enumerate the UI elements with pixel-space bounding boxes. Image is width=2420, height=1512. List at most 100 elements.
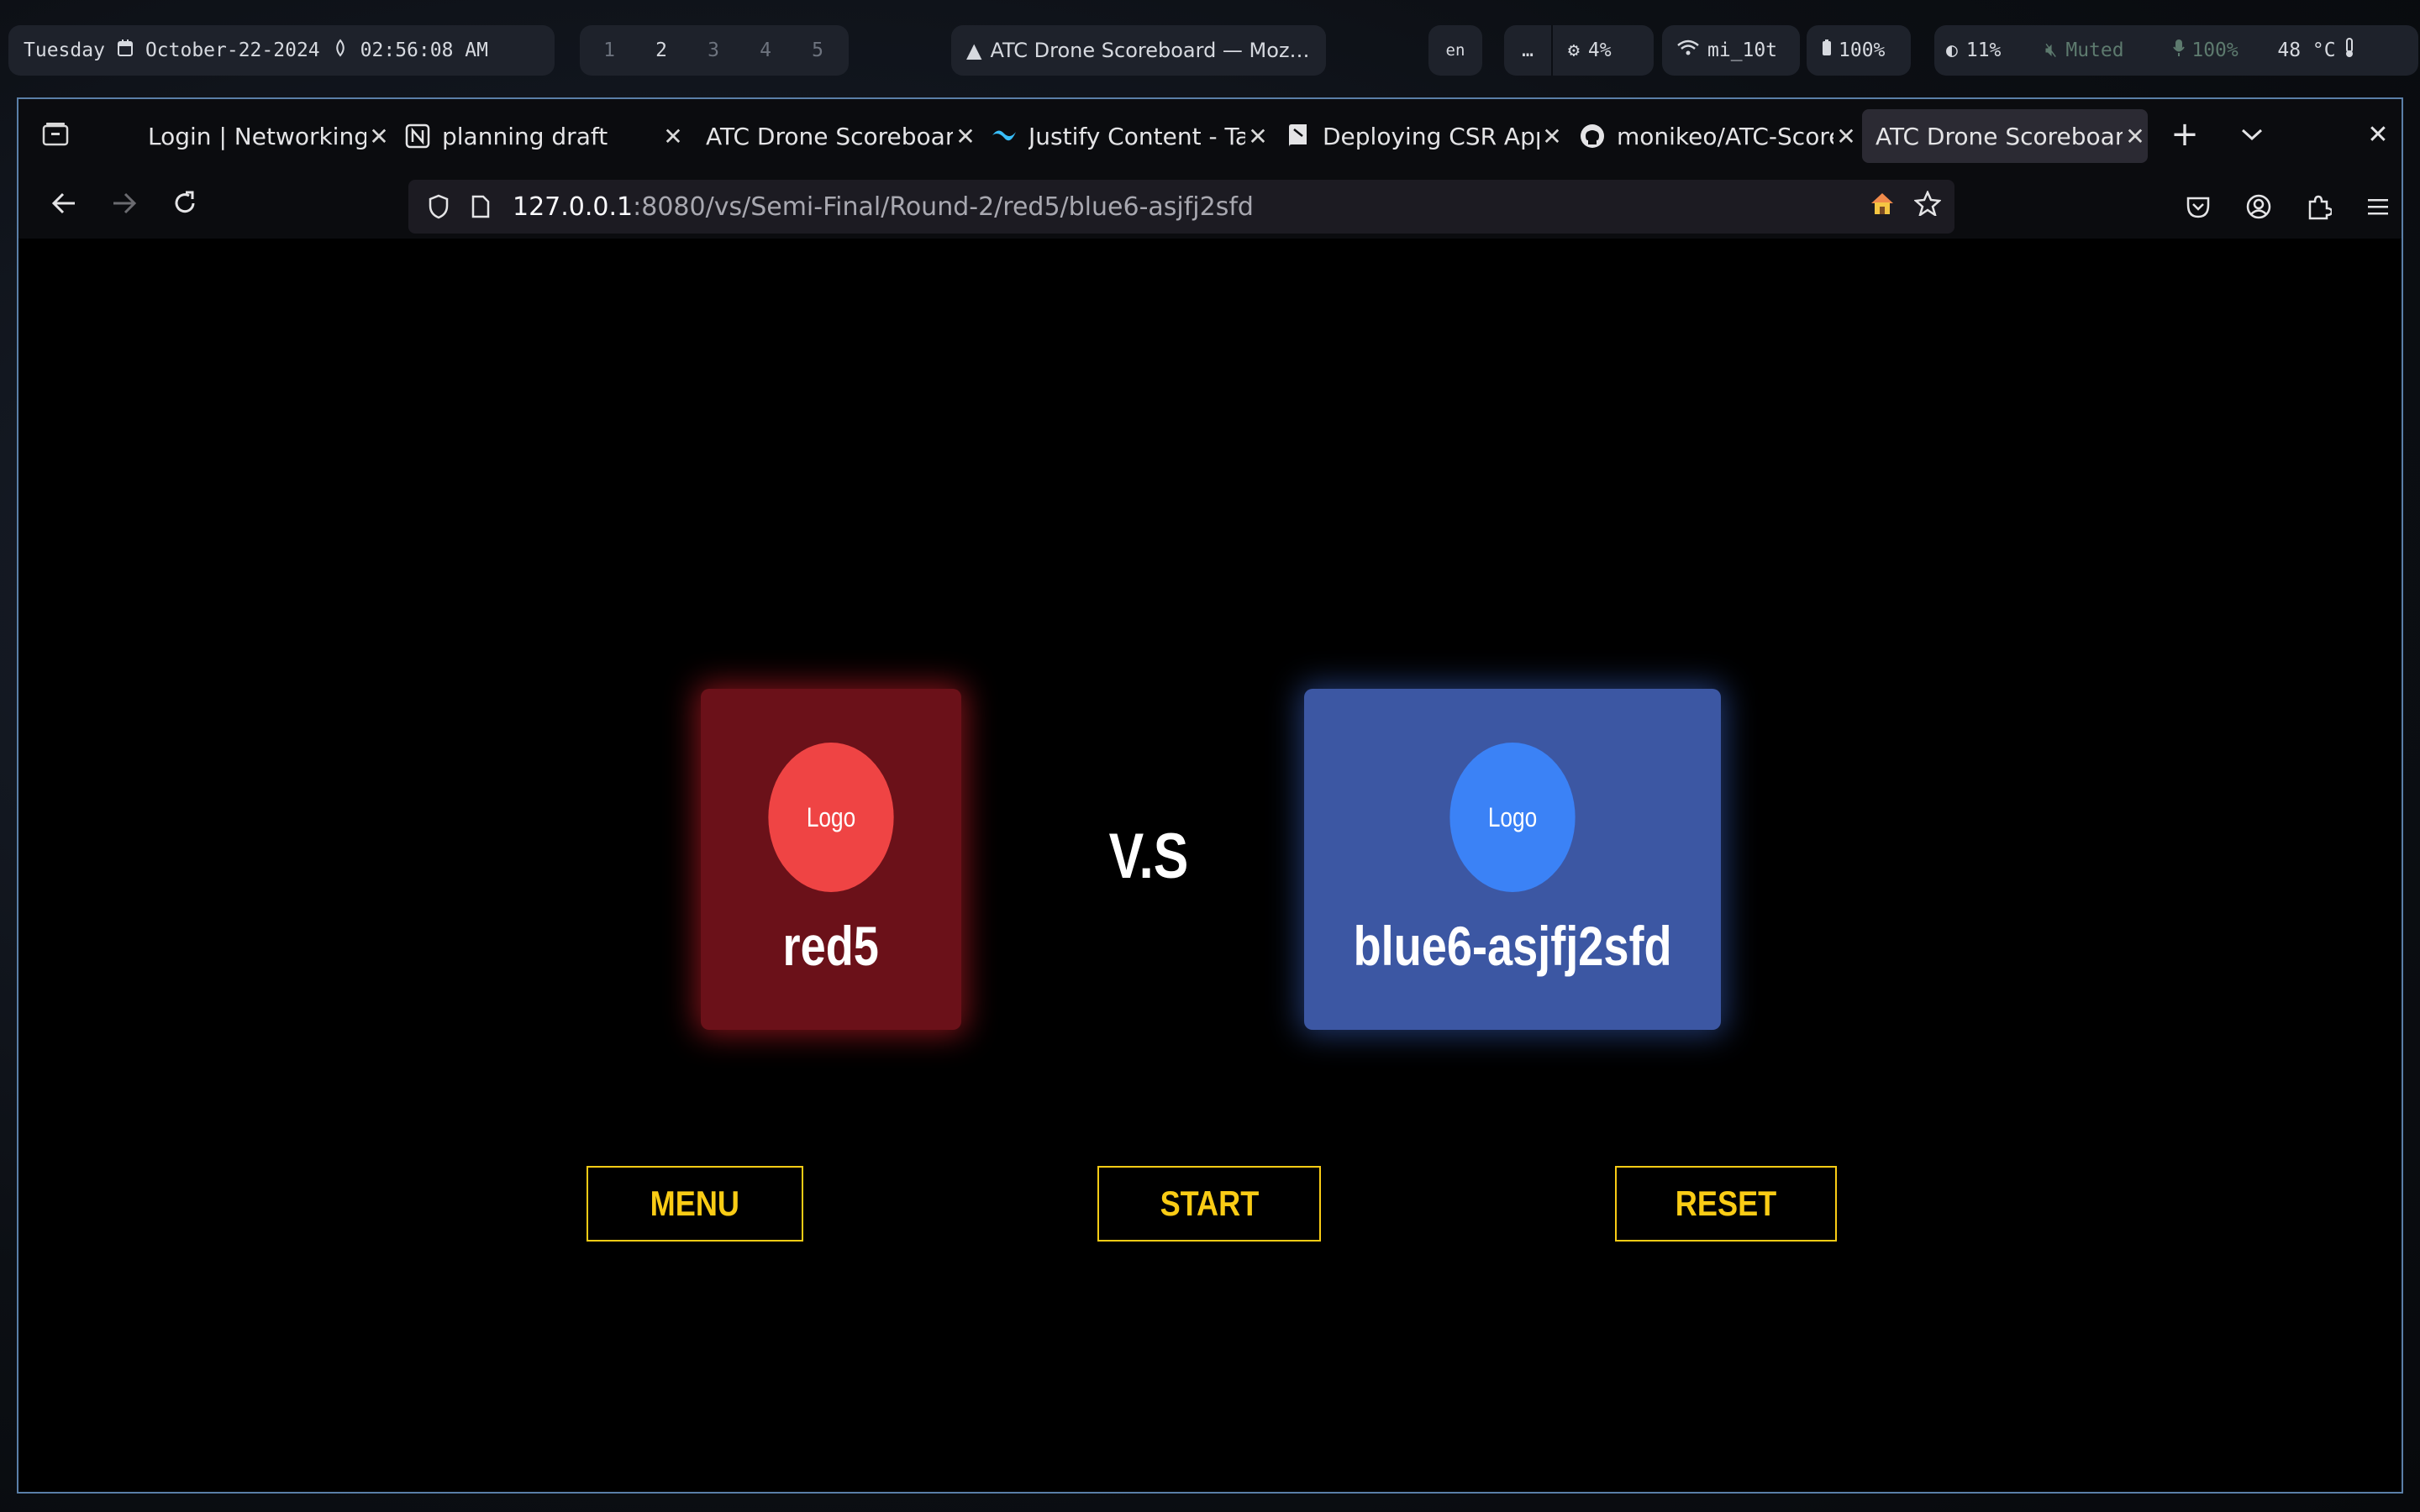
time-label: 02:56:08 AM [360,39,488,61]
blue-team-name: blue6-asjfj2sfd [1353,915,1672,977]
tab-deploying-csr[interactable]: Deploying CSR Apps ✕ [1284,109,1565,163]
close-icon[interactable]: ✕ [953,123,978,150]
list-tabs-button[interactable] [2228,111,2275,158]
tab-login-networking[interactable]: Login | Networking ✕ [148,109,392,163]
workspace-3[interactable]: 3 [687,39,739,61]
tab-title: ATC Drone Scoreboard [706,122,953,150]
red-team-card: Logo red5 [701,689,961,1030]
keyboard-layout-label: en [1445,41,1465,60]
close-icon[interactable]: ✕ [660,123,686,150]
tab-atc-scoreboard[interactable]: ATC Drone Scoreboard ✕ [697,109,978,163]
tab-title: planning draft [442,122,608,150]
chevron-down-icon [2241,129,2263,141]
speaker-muted-icon[interactable]: 🔇︎ [2039,39,2058,61]
pocket-button[interactable] [2175,183,2222,230]
back-button[interactable] [40,180,87,227]
hardware-widgets: ◐ 11% 🔇︎ Muted 100% 48 °C [1934,25,2418,76]
reset-button[interactable]: RESET [1615,1166,1837,1242]
tab-title: Justify Content - Tailwind [1028,122,1245,150]
wifi-name: mi_10t [1707,39,1778,61]
tab-planning-draft[interactable]: planning draft ✕ [403,109,686,163]
scoreboard-page: Logo red5 V.S Logo blue6-asjfj2sfd MENU … [18,240,2402,1492]
address-bar[interactable]: 127.0.0.1:8080/vs/Semi-Final/Round-2/red… [408,180,1954,234]
tab-github-repo[interactable]: monikeo/ATC-Scoreboard ✕ [1578,109,1859,163]
tab-justify-content[interactable]: Justify Content - Tailwind ✕ [990,109,1270,163]
day-label: Tuesday [24,39,105,61]
red-team-logo: Logo [768,743,894,892]
red-team-name: red5 [782,915,880,977]
blue-team-card: Logo blue6-asjfj2sfd [1304,689,1721,1030]
arch-icon: ▲ [966,39,982,62]
close-icon[interactable]: ✕ [1245,123,1270,150]
pocket-icon [2186,197,2210,218]
wifi-icon [1677,39,1699,61]
menu-button[interactable]: MENU [587,1166,803,1242]
active-window-title: ▲ ATC Drone Scoreboard — Moz… [951,25,1326,76]
tab-title: Deploying CSR Apps [1323,122,1539,150]
start-button[interactable]: START [1097,1166,1321,1242]
calendar-icon [117,39,134,62]
forward-button[interactable] [101,180,148,227]
reload-button[interactable] [161,180,208,227]
blue-team-logo: Logo [1449,743,1576,892]
close-window-button[interactable]: ✕ [2354,111,2402,158]
arrow-right-icon [113,192,137,214]
system-status-bar: Tuesday October-22-2024 02:56:08 AM 1 2 … [0,0,2420,76]
url-path: :8080/vs/Semi-Final/Round-2/red5/blue6-a… [633,192,1254,222]
clock-icon [332,39,349,62]
workspace-5[interactable]: 5 [792,39,844,61]
extensions-button[interactable] [2296,183,2343,230]
temperature: 48 °C [2277,39,2336,61]
firefox-view-button[interactable] [32,111,79,158]
volume-status[interactable]: Muted [2057,39,2165,61]
tray-group: … ⚙ 4% [1504,25,1654,76]
workspace-1[interactable]: 1 [583,39,635,61]
close-icon[interactable]: ✕ [366,123,392,150]
tab-strip: Login | Networking ✕ planning draft ✕ AT… [18,99,2402,171]
account-icon [2246,194,2271,219]
tab-title: Login | Networking [148,122,366,150]
tab-title: ATC Drone Scoreboard [1876,122,2123,150]
close-icon[interactable]: ✕ [2123,123,2148,150]
versus-label: V.S [1108,821,1189,892]
url-host: 127.0.0.1 [513,192,634,222]
github-icon [1578,122,1607,150]
arrow-left-icon [51,192,75,214]
wifi-widget[interactable]: mi_10t [1662,25,1800,76]
tab-title: monikeo/ATC-Scoreboard [1617,122,1833,150]
puzzle-icon [2308,195,2332,220]
microphone-icon[interactable] [2165,39,2186,62]
notion-icon [403,122,432,150]
browser-window: Login | Networking ✕ planning draft ✕ AT… [17,97,2403,1494]
reset-button-label: RESET [1675,1184,1777,1223]
reload-icon [175,191,195,213]
url-text[interactable]: 127.0.0.1:8080/vs/Semi-Final/Round-2/red… [513,192,1254,222]
tailwind-icon [990,122,1018,150]
shield-icon[interactable] [422,194,455,219]
new-tab-button[interactable]: + [2161,111,2208,158]
workspace-2[interactable]: 2 [635,39,687,61]
close-icon[interactable]: ✕ [1833,123,1859,150]
thermometer-icon [2336,38,2354,63]
battery-level: 100% [1839,39,1886,61]
tab-atc-scoreboard-active[interactable]: ATC Drone Scoreboard ✕ [1862,109,2148,163]
home-icon[interactable] [1869,191,1896,223]
firefox-view-icon [42,123,69,146]
plus-icon: + [2170,115,2199,154]
workspace-4[interactable]: 4 [739,39,792,61]
brightness-level: 11% [1965,39,2002,61]
battery-icon [1822,39,1832,61]
cpu-usage: 4% [1587,39,1612,61]
bookmark-star-icon[interactable] [1913,189,1942,223]
account-button[interactable] [2235,183,2282,230]
page-info-icon[interactable] [467,195,494,218]
doc-icon [1284,122,1313,150]
keyboard-layout[interactable]: en [1428,25,1482,76]
close-icon[interactable]: ✕ [1539,123,1565,150]
close-icon: ✕ [2367,119,2389,150]
app-menu-button[interactable] [2354,183,2402,230]
battery-widget: 100% [1807,25,1911,76]
hamburger-menu-icon [2368,199,2388,215]
brightness-icon: ◐ [1946,39,1958,61]
tray-more-button[interactable]: … [1504,39,1551,61]
